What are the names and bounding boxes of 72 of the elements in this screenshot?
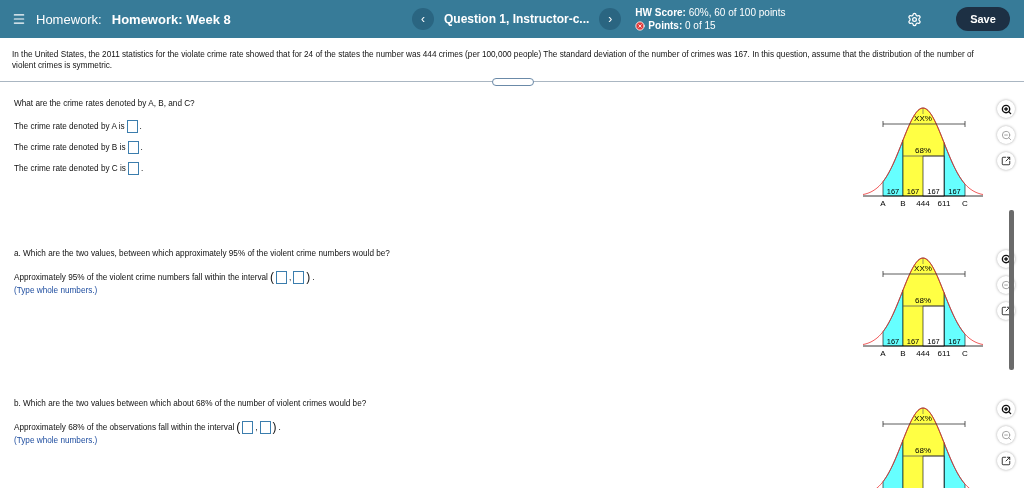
answer-box[interactable]	[127, 162, 139, 175]
answer-box[interactable]	[259, 420, 271, 434]
external-window-icon	[1001, 156, 1011, 166]
zoom-in-button[interactable]	[997, 100, 1015, 118]
answer-box[interactable]	[127, 141, 139, 154]
open-in-window-button[interactable]	[997, 152, 1015, 170]
comma: ,	[255, 422, 258, 432]
graph-label: XX%	[914, 264, 932, 273]
resize-handle[interactable]	[492, 78, 534, 86]
zoom-in-icon	[1000, 103, 1012, 115]
period-mark: .	[139, 122, 142, 131]
question-text: a. Which are the two values, between which approximately 95% of the violent crime numbers would be?	[14, 249, 391, 258]
question-text: b. Which are the two values between which about 68% of the number of violent crimes would be?	[14, 399, 368, 408]
graph-label: 68%	[915, 446, 931, 455]
zoom-out-icon	[1000, 279, 1012, 291]
section-label: Homework:	[36, 11, 102, 27]
problem-statement: In the United States, the 2011 statistics for the violate crime rate showed that for 24 of the states the number was 444 crimes (per 100,000 people) The standard deviation of the number of crimes was 167. In this question, assume that the distribution of the number of violent crimes is symmetric.	[11, 49, 975, 72]
question-selector[interactable]: Question 1, Instructor-c...	[444, 11, 590, 27]
axis-label: C	[962, 199, 968, 208]
axis-label: A	[880, 199, 886, 208]
save-button[interactable]: Save	[956, 7, 1010, 31]
answer-prompt: Approximately 95% of the violent crime numbers fall within the interval	[14, 272, 268, 282]
menu-icon[interactable]	[12, 12, 26, 26]
parenthesis: (	[236, 420, 241, 434]
graph-label: XX%	[914, 414, 932, 423]
assignment-title: Homework: Week 8	[111, 11, 231, 27]
axis-label: B	[900, 349, 906, 358]
period-mark: .	[278, 422, 281, 432]
zoom-out-icon	[1000, 429, 1012, 441]
incorrect-icon	[635, 20, 646, 31]
axis-label: 611	[937, 349, 951, 358]
answer-prompt: The crime rate denoted by A is	[14, 122, 125, 131]
answer-prompt: Approximately 68% of the observations fall within the interval	[14, 422, 235, 432]
axis-label: B	[900, 199, 906, 208]
period-mark: .	[140, 164, 144, 173]
answer-box[interactable]	[126, 120, 138, 133]
scrollbar-thumb[interactable]	[1009, 210, 1014, 370]
zoom-out-button[interactable]	[997, 126, 1015, 144]
answer-box[interactable]	[242, 420, 254, 434]
question-text: What are the crime rates denoted by A, B, and C?	[14, 99, 196, 108]
settings-icon[interactable]	[907, 11, 922, 27]
axis-label: C	[962, 349, 968, 358]
zoom-in-button[interactable]	[997, 400, 1015, 418]
axis-label: 444	[916, 349, 930, 358]
answer-box[interactable]	[293, 270, 305, 284]
zoom-in-icon	[1000, 403, 1012, 415]
external-window-icon	[1001, 456, 1011, 466]
answer-prompt: The crime rate denoted by B is	[14, 143, 126, 152]
graph-label: XX%	[914, 114, 932, 123]
hint-text: (Type whole numbers.)	[14, 286, 99, 295]
open-in-window-button[interactable]	[997, 452, 1015, 470]
zoom-out-icon	[1000, 129, 1012, 141]
axis-label: A	[880, 349, 886, 358]
previous-button[interactable]: ‹	[412, 8, 434, 30]
axis-label: 444	[916, 199, 930, 208]
zoom-out-button[interactable]	[997, 426, 1015, 444]
axis-label: 611	[937, 199, 951, 208]
hint-text: (Type whole numbers.)	[14, 436, 99, 445]
zoom-in-icon	[1000, 253, 1012, 265]
hw-score: HW Score: 60%, 60 of 100 points	[635, 7, 786, 18]
period-mark: .	[140, 143, 143, 152]
points-text: Points: 0 of 15	[648, 20, 716, 31]
parenthesis: )	[306, 270, 311, 284]
answer-prompt: The crime rate denoted by C is	[14, 164, 126, 173]
period-mark: .	[312, 272, 315, 282]
comma: ,	[288, 272, 292, 282]
next-button[interactable]: ›	[599, 8, 622, 30]
parenthesis: )	[272, 420, 277, 434]
answer-box[interactable]	[275, 270, 287, 284]
parenthesis: (	[269, 270, 274, 284]
graph-label: 68%	[915, 296, 931, 305]
graph-label: 68%	[915, 146, 931, 155]
